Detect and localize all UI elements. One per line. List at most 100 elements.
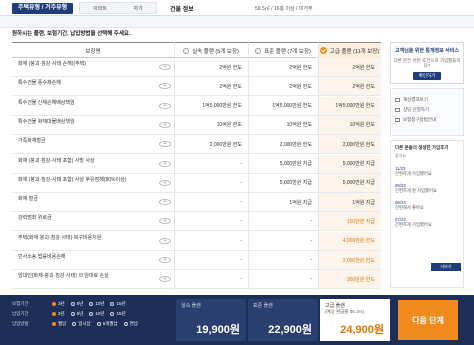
coverage-amount: - <box>240 218 242 225</box>
option-item[interactable]: 15년 <box>116 311 125 317</box>
option-item[interactable]: 3년 <box>58 311 65 317</box>
radio-icon[interactable] <box>123 322 128 326</box>
coverage-name: 민사소송 법률비용손해 <box>18 254 66 260</box>
price-premium[interactable]: 고급 플랜 (예상 환급률 56.1%) 24,900원 <box>320 299 390 341</box>
coverage-name: 강력범죄 위로금 <box>18 215 52 222</box>
radio-icon[interactable] <box>52 302 56 306</box>
coverage-amount: 1억5,000만원 한도 <box>318 96 381 115</box>
coverage-amount: 2억원 한도 <box>219 64 242 71</box>
expand-icon[interactable]: + <box>159 160 171 167</box>
expand-icon[interactable]: + <box>159 276 171 283</box>
plan-standard-header[interactable]: 표준 플랜 (7개 보장) <box>248 43 318 58</box>
check-stats-button[interactable]: 확인하기 <box>412 72 442 80</box>
radio-icon[interactable] <box>70 302 75 306</box>
plan-premium-name: 고급 플랜 (11개 보장) <box>329 48 380 55</box>
radio-icon[interactable] <box>72 322 77 326</box>
option-label: 납입기간 <box>12 311 29 316</box>
coverage-amount: - <box>240 276 242 283</box>
table-row: 특수건물 화재대물배상책임 +10억원 한도 10억원 한도 10억원 한도 <box>12 115 381 135</box>
expand-icon[interactable]: + <box>159 199 171 206</box>
radio-icon[interactable] <box>70 312 75 316</box>
coverage-amount: 1억원 지급 <box>318 193 381 212</box>
coverage-name: 특수건물 풍수재손해 <box>18 80 61 87</box>
option-item[interactable]: 5년 <box>77 301 84 307</box>
coverage-amount: 2,000만원 한도 <box>318 135 381 154</box>
stats-card-text: 다른 분은 어떤 조건으로 가입했을까요? <box>393 58 461 68</box>
expand-icon[interactable]: + <box>159 121 171 128</box>
radio-icon[interactable] <box>52 312 56 316</box>
coverage-name: 가족화재벌금 <box>18 138 46 145</box>
radio-icon[interactable] <box>89 312 94 316</box>
side-link-label: 계산결과보기 <box>403 97 428 102</box>
review-entry: 07/23 간편하게 가입했어요 <box>395 217 459 227</box>
price-basic[interactable]: 실속 플랜 19,900원 <box>176 299 246 341</box>
table-row: 특수건물 신체손해배상책임 +1억5,000만원 한도 1억5,000만원 한도 1억… <box>12 96 381 116</box>
option-item[interactable]: 15년 <box>116 301 125 307</box>
option-item[interactable]: 10년 <box>95 311 104 317</box>
coverage-name: 임대인(화재·붕괴·침강·사태) 의 임대료 손실 <box>18 273 109 280</box>
option-item[interactable]: 10년 <box>95 301 104 307</box>
coverage-amount: - <box>240 257 242 263</box>
option-item[interactable]: 3년 <box>58 301 65 307</box>
price-basic-value: 19,900원 <box>196 324 240 336</box>
divider <box>318 42 319 290</box>
expand-icon[interactable]: + <box>159 102 171 109</box>
tab-house-type[interactable]: 주택유형 / 거주유형 <box>12 3 74 14</box>
option-item[interactable]: 일시납 <box>78 321 90 327</box>
coverage-amount: - <box>310 257 312 263</box>
coverage-amount: - <box>240 199 242 206</box>
price-basic-label: 실속 플랜 <box>181 303 201 309</box>
plan-standard-name: 표준 플랜 (7개 보장) <box>264 48 311 55</box>
side-link-consult[interactable]: 상담 신청하기 <box>395 105 459 115</box>
table-row: 특수건물 풍수재손해 +2억원 한도 2억원 한도 2억원 한도 <box>12 77 381 97</box>
table-row: 민사소송 법률비용손해 + - -2,000만원 한도 <box>12 251 381 270</box>
expand-icon[interactable]: + <box>159 237 171 244</box>
coverage-amount: 1억5,000만원 한도 <box>202 103 242 110</box>
option-label: 납입방법 <box>12 321 29 326</box>
coverage-amount: - <box>310 237 312 244</box>
info-icon <box>395 118 400 122</box>
option-item[interactable]: 6개월납 <box>103 321 118 327</box>
radio-icon[interactable] <box>110 312 115 316</box>
check-icon[interactable] <box>319 47 327 54</box>
side-link-result[interactable]: 계산결과보기 <box>395 95 459 105</box>
side-link-claim[interactable]: 보험청구방법안내 <box>395 115 459 125</box>
coverage-amount: 5,000만원 지급 <box>318 154 381 173</box>
plan-premium-header[interactable]: 고급 플랜 (11개 보장) <box>318 43 381 58</box>
side-link-label: 보험청구방법안내 <box>403 117 437 122</box>
coverage-amount: 2억원 한도 <box>318 58 381 76</box>
price-standard[interactable]: 표준 플랜 22,900원 <box>248 299 318 341</box>
expand-icon[interactable]: + <box>159 257 171 263</box>
coverage-amount: 10억원 한도 <box>318 115 381 134</box>
option-item[interactable]: 5년 <box>77 311 84 317</box>
document-icon <box>395 98 400 102</box>
expand-icon[interactable]: + <box>159 141 171 148</box>
stats-card: 고객님을 위한 통계정보 서비스 다른 분은 어떤 조건으로 가입했을까요? 확… <box>390 42 464 84</box>
chat-icon <box>395 108 400 112</box>
coverage-amount: 10억원 한도 <box>286 122 312 129</box>
expand-icon[interactable]: + <box>159 83 171 90</box>
expand-icon[interactable]: + <box>159 179 171 186</box>
option-item[interactable]: 월납 <box>58 321 66 327</box>
radio-icon[interactable] <box>89 302 94 306</box>
table-row: 화재 (붕괴·침강·사태 손해)(주택) +2억원 한도 2억원 한도 2억원 한도 <box>12 58 381 77</box>
next-step-button[interactable]: 다음 단계 <box>398 300 458 340</box>
coverage-name: 화재 (붕괴·침강·사태 포함) 사망 사상 <box>18 157 95 164</box>
more-reviews-button[interactable]: 더보기 <box>431 263 461 271</box>
expand-icon[interactable]: + <box>159 64 171 70</box>
radio-icon[interactable] <box>110 302 115 306</box>
price-premium-value: 24,900원 <box>340 324 384 336</box>
coverage-amount: 1억원 지급 <box>289 199 312 206</box>
radio-icon[interactable] <box>96 322 101 326</box>
option-item[interactable]: 연납 <box>130 321 138 327</box>
coverage-amount: - <box>240 160 242 167</box>
review-panel: 다른 분들의 생생한 가입후기 좋아요 11/23 간편하게 가입했어요 09/2… <box>390 140 464 288</box>
plan-basic-header[interactable]: 실속 플랜 (5개 보장) <box>174 43 248 58</box>
expand-icon[interactable]: + <box>159 218 171 225</box>
radio-icon[interactable] <box>183 47 190 54</box>
radio-icon[interactable] <box>255 47 262 54</box>
coverage-name: 주택(화재·붕괴·침강·사태) 복구비용지원 <box>18 234 102 241</box>
page: 주택유형 / 거주유형 아파트 자가 건물 정보 59.5㎡ / 16층 이상 … <box>0 0 474 345</box>
radio-icon[interactable] <box>52 322 56 326</box>
coverage-amount: 4,000만원 한도 <box>318 231 381 250</box>
